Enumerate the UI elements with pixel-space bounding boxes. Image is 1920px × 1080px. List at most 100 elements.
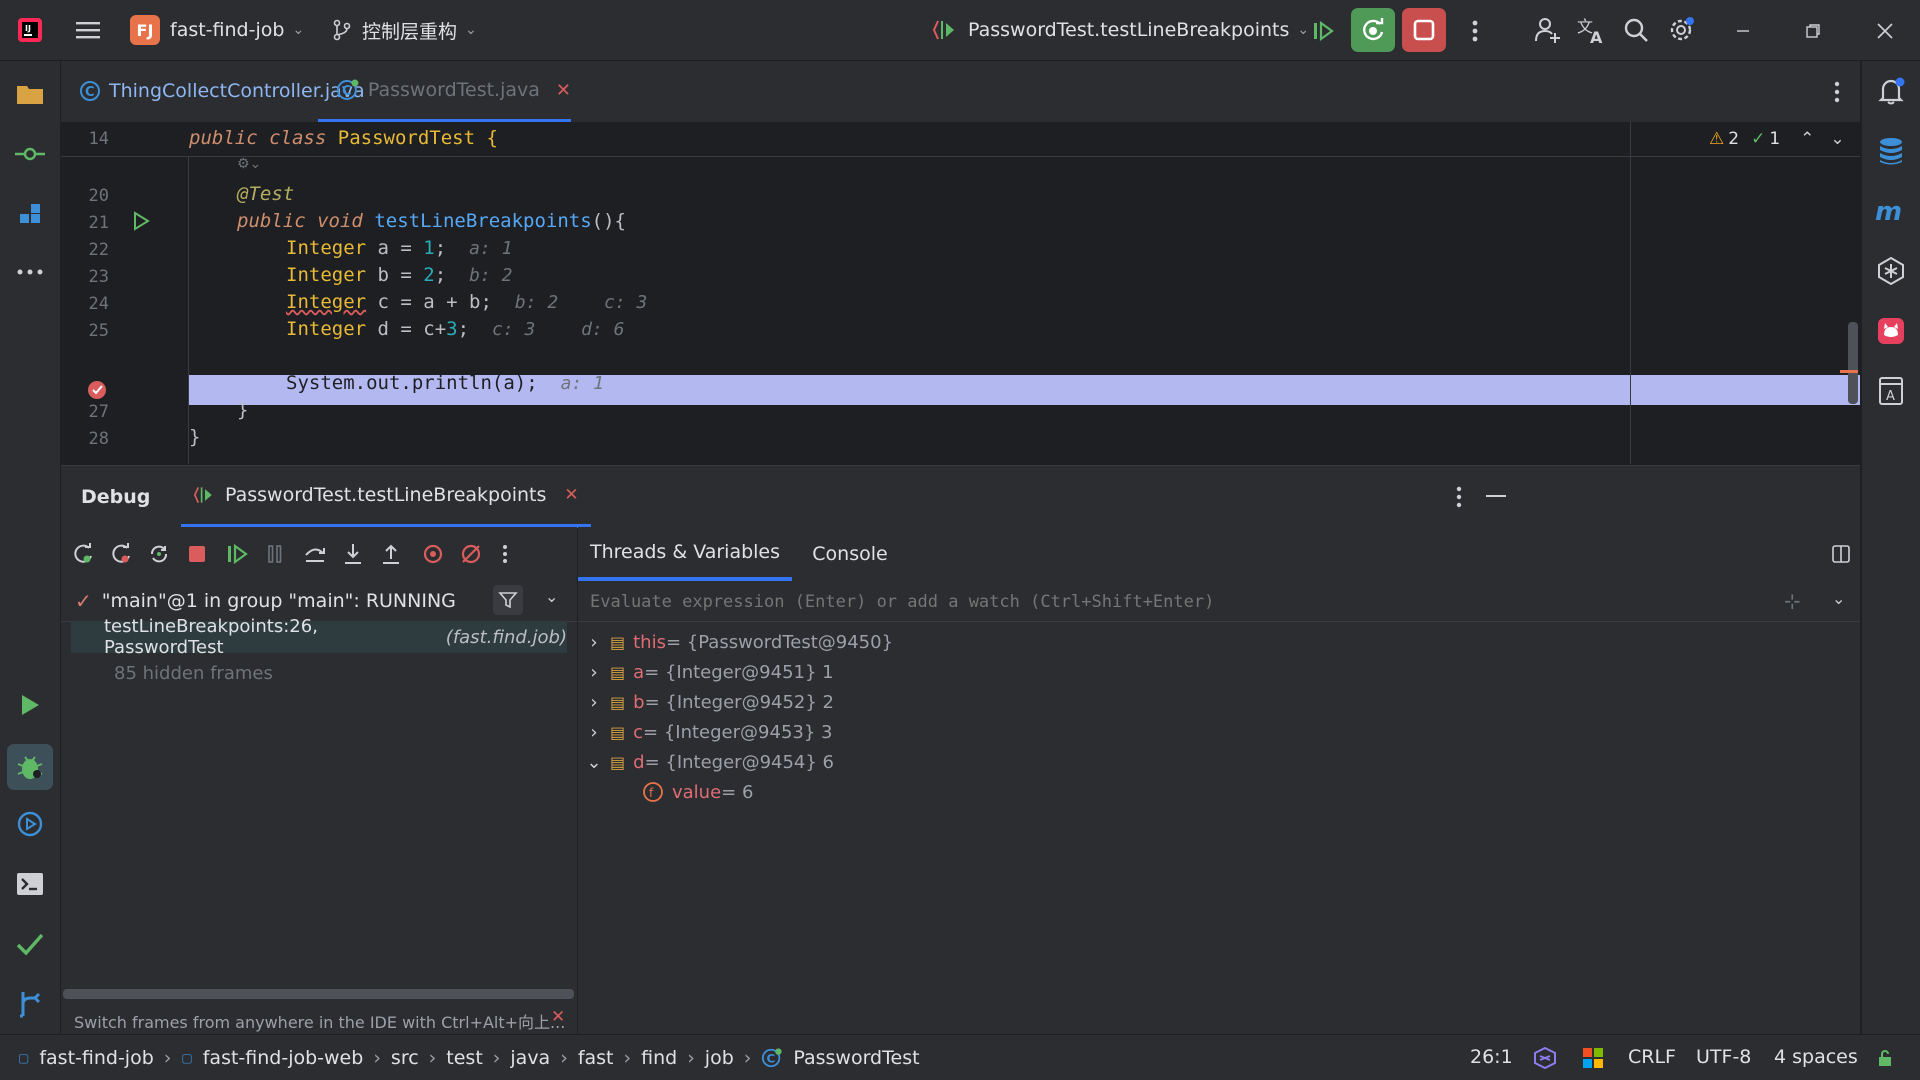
field-icon: ▤ xyxy=(610,692,626,712)
resume-program-icon[interactable] xyxy=(217,527,257,581)
expand-arrow-icon[interactable]: › xyxy=(580,662,608,683)
debug-options-icon[interactable] xyxy=(1449,482,1469,512)
code-editor[interactable]: 14 public class PasswordTest { ⚠ 2 ✓ 1 ⌃ ⌄… xyxy=(61,122,1860,464)
close-tab-icon[interactable]: ✕ xyxy=(564,485,578,505)
stop-debug-icon[interactable] xyxy=(177,527,217,581)
git-icon[interactable] xyxy=(13,987,47,1021)
notifications-bell-icon[interactable] xyxy=(1873,73,1909,109)
variable-row[interactable]: › ▤ c = {Integer@9453} 3 xyxy=(578,717,832,747)
expand-arrow-icon[interactable]: › xyxy=(580,632,608,653)
restore-window-icon[interactable] xyxy=(1796,14,1830,48)
hide-panel-icon[interactable] xyxy=(1481,482,1511,512)
document-reader-icon[interactable]: A xyxy=(1873,373,1909,409)
layout-settings-icon[interactable] xyxy=(1828,541,1854,567)
chevron-down-icon[interactable]: ⌄ xyxy=(1832,589,1845,608)
add-watch-icon[interactable]: ⊹ xyxy=(1784,589,1801,613)
tab-console[interactable]: Console xyxy=(800,527,900,581)
hidden-frames-label[interactable]: 85 hidden frames xyxy=(114,663,273,684)
child-variable-row[interactable]: f value = 6 xyxy=(642,777,753,807)
file-encoding[interactable]: UTF-8 xyxy=(1696,1046,1751,1068)
settings-gear-icon[interactable] xyxy=(1663,12,1699,48)
line-separator[interactable]: CRLF xyxy=(1628,1046,1676,1068)
filter-icon[interactable] xyxy=(493,585,523,615)
ai-assistant-icon[interactable] xyxy=(1873,253,1909,289)
more-actions-icon[interactable] xyxy=(1460,14,1490,48)
ai-assistant-status-icon[interactable] xyxy=(1530,1043,1560,1073)
indent-setting[interactable]: 4 spaces xyxy=(1774,1046,1858,1068)
editor-scrollbar[interactable] xyxy=(1848,322,1858,404)
intellij-logo-icon[interactable]: IJ xyxy=(14,14,46,46)
breadcrumb-item[interactable]: job xyxy=(705,1047,734,1069)
services-icon[interactable] xyxy=(13,807,47,841)
chevron-up-icon[interactable]: ⌃ xyxy=(1800,129,1814,149)
inspection-widget[interactable]: ⚠ 2 ✓ 1 ⌃ ⌄ xyxy=(1709,129,1845,149)
commit-icon[interactable] xyxy=(13,137,47,171)
toolbar-more-icon[interactable] xyxy=(485,527,525,581)
breadcrumb-item[interactable]: java xyxy=(510,1047,550,1069)
frames-scrollbar[interactable] xyxy=(63,989,574,999)
more-tools-icon[interactable] xyxy=(13,255,47,289)
breadcrumb-item[interactable]: fast-find-job xyxy=(39,1047,153,1069)
variable-row[interactable]: ⌄ ▤ d = {Integer@9454} 6 xyxy=(578,747,834,777)
debug-tool-icon[interactable] xyxy=(7,744,53,790)
collapse-arrow-icon[interactable]: ⌄ xyxy=(580,752,608,773)
expand-arrow-icon[interactable]: › xyxy=(580,722,608,743)
step-over-icon[interactable] xyxy=(295,527,335,581)
windows-logo-icon[interactable] xyxy=(1578,1043,1608,1073)
breadcrumb-item[interactable]: PasswordTest xyxy=(793,1047,919,1069)
module-icon: ▢ xyxy=(18,1050,30,1065)
tabs-more-icon[interactable] xyxy=(1827,77,1847,107)
close-hint-icon[interactable]: ✕ xyxy=(551,1007,565,1027)
vcs-branch-switcher[interactable]: 控制层重构 ⌄ xyxy=(332,0,477,60)
variable-row[interactable]: › ▤ b = {Integer@9452} 2 xyxy=(578,687,834,717)
stack-frame-item[interactable]: testLineBreakpoints:26, PasswordTest (fa… xyxy=(71,616,567,658)
stop-button[interactable] xyxy=(1402,8,1446,52)
database-icon[interactable] xyxy=(1873,133,1909,169)
breadcrumb-item[interactable]: find xyxy=(641,1047,677,1069)
resume-run-icon[interactable] xyxy=(1306,14,1340,48)
problems-check-icon[interactable] xyxy=(13,927,47,961)
caret-position[interactable]: 26:1 xyxy=(1470,1046,1513,1068)
close-tab-icon[interactable]: ✕ xyxy=(556,80,571,101)
run-config-selector[interactable]: PasswordTest.testLineBreakpoints ⌄ xyxy=(932,0,1309,60)
translate-icon[interactable]: 文A xyxy=(1574,12,1610,48)
error-stripe-marker[interactable] xyxy=(1840,370,1858,373)
reload-changes-icon[interactable] xyxy=(139,527,179,581)
folded-region-icon[interactable]: ⚙⌄ xyxy=(237,156,261,172)
variable-row[interactable]: › ▤ this = {PasswordTest@9450} xyxy=(578,627,893,657)
evaluate-expression-input[interactable] xyxy=(588,587,1742,617)
tab-threads-variables[interactable]: Threads & Variables xyxy=(578,527,792,581)
rerun-debug-button[interactable] xyxy=(1351,8,1395,52)
rerun-icon[interactable] xyxy=(63,527,103,581)
chevron-down-icon[interactable]: ⌄ xyxy=(1830,129,1844,149)
rerun-failed-icon[interactable] xyxy=(101,527,141,581)
plugin-cat-icon[interactable] xyxy=(1873,313,1909,349)
run-tool-icon[interactable] xyxy=(13,688,47,722)
structure-icon[interactable] xyxy=(13,197,47,231)
search-icon[interactable] xyxy=(1618,12,1654,48)
lock-icon[interactable] xyxy=(1872,1045,1898,1071)
breadcrumb-item[interactable]: src xyxy=(391,1047,419,1069)
maven-icon[interactable]: m xyxy=(1873,193,1909,229)
debug-session-tab[interactable]: PasswordTest.testLineBreakpoints ✕ xyxy=(181,466,591,528)
run-test-gutter-icon[interactable] xyxy=(129,208,153,234)
breakpoint-icon[interactable] xyxy=(85,378,109,402)
add-user-icon[interactable] xyxy=(1530,12,1566,48)
step-into-icon[interactable] xyxy=(333,527,373,581)
chevron-down-icon[interactable]: ⌄ xyxy=(545,587,558,606)
tab-passwordtest[interactable]: C PasswordTest.java ✕ xyxy=(318,61,571,123)
main-menu-icon[interactable] xyxy=(72,14,104,46)
project-folder-icon[interactable] xyxy=(13,77,47,111)
minimize-window-icon[interactable] xyxy=(1726,14,1760,48)
view-breakpoints-icon[interactable] xyxy=(413,527,453,581)
variable-row[interactable]: › ▤ a = {Integer@9451} 1 xyxy=(578,657,833,687)
pause-program-icon[interactable] xyxy=(255,527,295,581)
breadcrumb-item[interactable]: test xyxy=(446,1047,483,1069)
project-switcher[interactable]: FJ fast-find-job ⌄ xyxy=(130,0,304,60)
step-out-icon[interactable] xyxy=(371,527,411,581)
close-window-icon[interactable] xyxy=(1868,14,1902,48)
expand-arrow-icon[interactable]: › xyxy=(580,692,608,713)
terminal-icon[interactable] xyxy=(13,867,47,901)
breadcrumb-item[interactable]: fast xyxy=(578,1047,614,1069)
breadcrumb-item[interactable]: fast-find-job-web xyxy=(203,1047,364,1069)
